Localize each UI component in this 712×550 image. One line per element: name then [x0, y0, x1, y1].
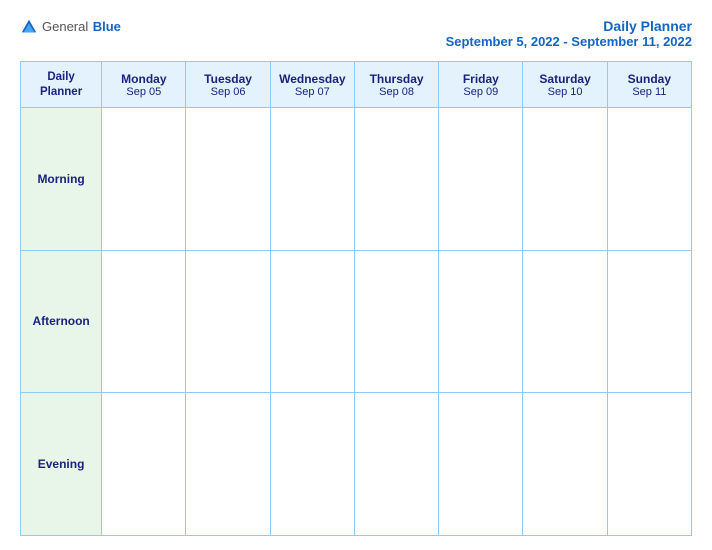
header-info: Daily Planner September 5, 2022 - Septem…	[446, 18, 692, 49]
cell-evening-friday[interactable]	[439, 393, 523, 536]
col-day-date: Sep 08	[357, 86, 436, 98]
cell-evening-saturday[interactable]	[523, 393, 607, 536]
col-day-name: Friday	[441, 72, 520, 86]
generalblue-logo-icon	[20, 18, 38, 36]
table-header-tuesday: Tuesday Sep 06	[186, 62, 270, 108]
col-day-date: Sep 11	[610, 86, 689, 98]
cell-morning-friday[interactable]	[439, 108, 523, 251]
table-header-sunday: Sunday Sep 11	[607, 62, 691, 108]
table-row: Morning	[21, 108, 692, 251]
logo-text: General Blue	[42, 18, 121, 36]
table-header-label: Daily Planner	[21, 62, 102, 108]
cell-afternoon-tuesday[interactable]	[186, 250, 270, 393]
cell-afternoon-monday[interactable]	[102, 250, 186, 393]
table-header-thursday: Thursday Sep 08	[354, 62, 438, 108]
header-date-range: September 5, 2022 - September 11, 2022	[446, 34, 692, 49]
cell-evening-monday[interactable]	[102, 393, 186, 536]
cell-evening-sunday[interactable]	[607, 393, 691, 536]
row-label-afternoon: Afternoon	[21, 250, 102, 393]
table-header-monday: Monday Sep 05	[102, 62, 186, 108]
cell-morning-sunday[interactable]	[607, 108, 691, 251]
col-day-date: Sep 05	[104, 86, 183, 98]
cell-evening-tuesday[interactable]	[186, 393, 270, 536]
col-day-name: Thursday	[357, 72, 436, 86]
cell-afternoon-wednesday[interactable]	[270, 250, 354, 393]
label-header-line1: Daily	[23, 70, 99, 85]
col-day-date: Sep 09	[441, 86, 520, 98]
col-day-name: Monday	[104, 72, 183, 86]
header-title: Daily Planner	[446, 18, 692, 34]
logo: General Blue	[20, 18, 121, 36]
cell-afternoon-thursday[interactable]	[354, 250, 438, 393]
cell-morning-monday[interactable]	[102, 108, 186, 251]
logo-blue: Blue	[93, 19, 121, 34]
cell-morning-thursday[interactable]	[354, 108, 438, 251]
cell-evening-wednesday[interactable]	[270, 393, 354, 536]
cell-afternoon-friday[interactable]	[439, 250, 523, 393]
col-day-name: Wednesday	[273, 72, 352, 86]
page: General Blue Daily Planner September 5, …	[0, 0, 712, 550]
table-header-saturday: Saturday Sep 10	[523, 62, 607, 108]
cell-afternoon-sunday[interactable]	[607, 250, 691, 393]
row-label-morning: Morning	[21, 108, 102, 251]
table-header-row: Daily Planner Monday Sep 05 Tuesday Sep …	[21, 62, 692, 108]
logo-general: General	[42, 19, 88, 34]
col-day-name: Tuesday	[188, 72, 267, 86]
col-day-name: Sunday	[610, 72, 689, 86]
cell-morning-saturday[interactable]	[523, 108, 607, 251]
col-day-date: Sep 06	[188, 86, 267, 98]
col-day-name: Saturday	[525, 72, 604, 86]
cell-morning-tuesday[interactable]	[186, 108, 270, 251]
table-header-friday: Friday Sep 09	[439, 62, 523, 108]
header: General Blue Daily Planner September 5, …	[20, 18, 692, 49]
label-header-line2: Planner	[23, 85, 99, 100]
col-day-date: Sep 10	[525, 86, 604, 98]
table-row: Evening	[21, 393, 692, 536]
table-header-wednesday: Wednesday Sep 07	[270, 62, 354, 108]
col-day-date: Sep 07	[273, 86, 352, 98]
cell-afternoon-saturday[interactable]	[523, 250, 607, 393]
planner-table: Daily Planner Monday Sep 05 Tuesday Sep …	[20, 61, 692, 536]
cell-morning-wednesday[interactable]	[270, 108, 354, 251]
row-label-evening: Evening	[21, 393, 102, 536]
table-row: Afternoon	[21, 250, 692, 393]
cell-evening-thursday[interactable]	[354, 393, 438, 536]
